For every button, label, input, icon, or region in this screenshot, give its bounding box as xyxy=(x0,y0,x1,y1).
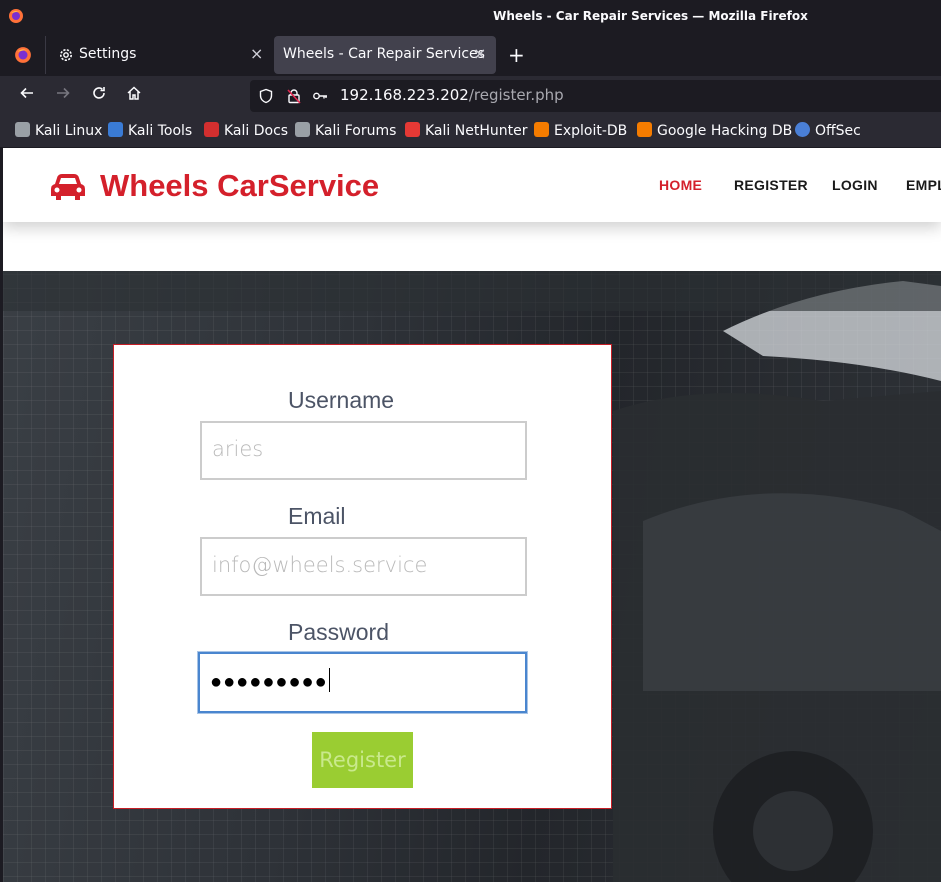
bookmark-google-hacking-db[interactable]: Google Hacking DB xyxy=(637,122,792,139)
bookmark-label: Kali Linux xyxy=(35,123,103,139)
page-viewport: Wheels CarService HOME REGISTER LOGIN EM… xyxy=(3,148,941,882)
reload-icon xyxy=(93,87,105,99)
kali-dragon-icon xyxy=(15,122,30,137)
username-label: Username xyxy=(288,387,395,413)
bookmark-kali-nethunter[interactable]: Kali NetHunter xyxy=(405,122,527,139)
new-tab-button[interactable]: + xyxy=(508,43,525,67)
tab-label: Settings xyxy=(79,46,137,62)
reload-button[interactable] xyxy=(88,85,110,107)
kali-tools-icon xyxy=(108,122,123,137)
firefox-view-button[interactable] xyxy=(0,36,46,74)
key-icon[interactable] xyxy=(312,88,328,104)
offsec-icon xyxy=(795,122,810,137)
password-masked-value: ●●●●●●●●● xyxy=(210,669,328,693)
bookmark-label: Kali Docs xyxy=(224,123,289,139)
brand-name: Wheels CarService xyxy=(100,168,380,203)
back-button[interactable] xyxy=(16,85,38,107)
bookmark-label: Google Hacking DB xyxy=(657,123,793,139)
register-form: Username aries Email info@wheels.service… xyxy=(113,344,612,809)
bookmark-exploit-db[interactable]: Exploit-DB xyxy=(534,122,627,139)
home-icon xyxy=(127,86,141,100)
bookmark-label: Kali Forums xyxy=(315,123,397,139)
tab-wheels[interactable]: Wheels - Car Repair Services × xyxy=(274,36,496,74)
forward-button[interactable] xyxy=(52,85,74,107)
bookmark-offsec[interactable]: OffSec xyxy=(795,122,861,139)
close-tab-icon[interactable]: × xyxy=(250,44,263,63)
bookmark-label: Kali NetHunter xyxy=(425,123,528,139)
navigation-toolbar: 192.168.223.202/register.php xyxy=(0,76,941,116)
bookmark-label: Kali Tools xyxy=(128,123,193,139)
bookmark-label: Exploit-DB xyxy=(554,123,628,139)
bookmark-kali-docs[interactable]: Kali Docs xyxy=(204,122,288,139)
window-titlebar: Wheels - Car Repair Services — Mozilla F… xyxy=(0,0,941,32)
bookmark-label: OffSec xyxy=(815,123,861,139)
bookmarks-toolbar: Kali Linux Kali Tools Kali Docs Kali For… xyxy=(0,116,941,148)
url-path: /register.php xyxy=(468,86,564,104)
bookmark-kali-linux[interactable]: Kali Linux xyxy=(15,122,102,139)
tab-label: Wheels - Car Repair Services xyxy=(283,46,485,62)
car-icon xyxy=(51,174,85,200)
site-header: Wheels CarService HOME REGISTER LOGIN EM… xyxy=(3,148,941,222)
gear-icon xyxy=(60,49,72,61)
register-button[interactable]: Register xyxy=(312,732,413,788)
ghdb-icon xyxy=(637,122,652,137)
firefox-icon xyxy=(15,47,31,63)
text-caret xyxy=(328,668,330,692)
exploit-db-icon xyxy=(534,122,549,137)
bookmark-kali-forums[interactable]: Kali Forums xyxy=(295,122,396,139)
window-title: Wheels - Car Repair Services — Mozilla F… xyxy=(493,9,808,23)
kali-dragon-icon xyxy=(295,122,310,137)
tab-settings[interactable]: Settings × xyxy=(46,36,268,74)
close-tab-icon[interactable]: × xyxy=(473,44,486,63)
nav-login[interactable]: LOGIN xyxy=(832,177,878,193)
url-bar[interactable]: 192.168.223.202/register.php xyxy=(250,80,941,112)
email-label: Email xyxy=(288,503,346,529)
username-field[interactable]: aries xyxy=(200,421,527,480)
password-field[interactable]: ●●●●●●●●● xyxy=(198,652,527,713)
url-text: 192.168.223.202/register.php xyxy=(340,86,564,104)
email-field[interactable]: info@wheels.service xyxy=(200,537,527,596)
insecure-lock-icon[interactable] xyxy=(286,88,302,104)
shield-icon[interactable] xyxy=(258,88,274,104)
url-host: 192.168.223.202 xyxy=(340,86,469,104)
forward-arrow-icon xyxy=(57,87,70,99)
nav-employees[interactable]: EMPL xyxy=(906,177,941,193)
nav-register[interactable]: REGISTER xyxy=(734,177,808,193)
nethunter-icon xyxy=(405,122,420,137)
bookmark-kali-tools[interactable]: Kali Tools xyxy=(108,122,192,139)
password-label: Password xyxy=(288,619,389,645)
nav-home[interactable]: HOME xyxy=(659,177,702,193)
back-arrow-icon xyxy=(20,87,33,99)
home-button[interactable] xyxy=(123,85,145,107)
tab-strip: Settings × Wheels - Car Repair Services … xyxy=(0,32,941,76)
kali-docs-icon xyxy=(204,122,219,137)
